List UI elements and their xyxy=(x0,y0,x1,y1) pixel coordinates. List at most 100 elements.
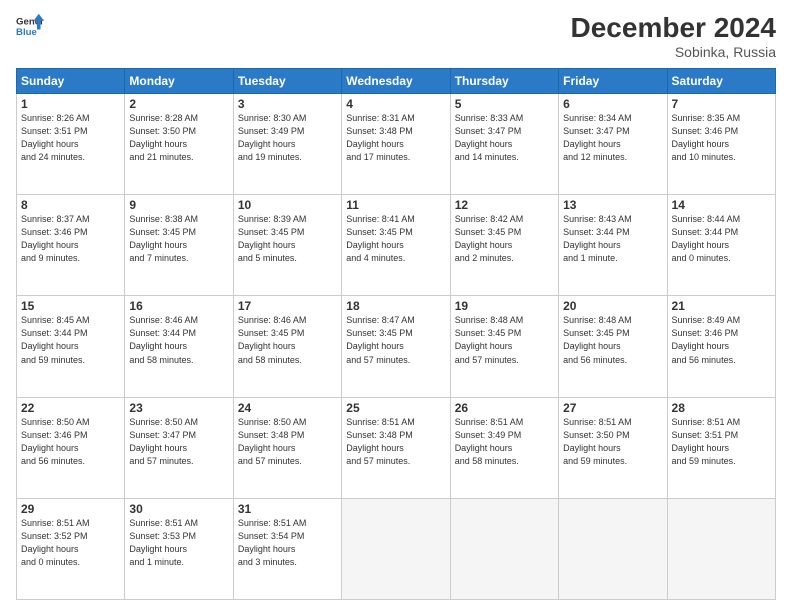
day-cell-1: 1Sunrise: 8:26 AMSunset: 3:51 PMDaylight… xyxy=(17,94,125,195)
month-title: December 2024 xyxy=(571,12,776,44)
day-number: 20 xyxy=(563,299,662,313)
day-cell-4: 4Sunrise: 8:31 AMSunset: 3:48 PMDaylight… xyxy=(342,94,450,195)
day-number: 23 xyxy=(129,401,228,415)
col-thursday: Thursday xyxy=(450,69,558,94)
day-number: 24 xyxy=(238,401,337,415)
day-number: 27 xyxy=(563,401,662,415)
cell-info: Sunrise: 8:46 AMSunset: 3:44 PMDaylight … xyxy=(129,314,228,366)
empty-cell xyxy=(342,498,450,599)
day-number: 25 xyxy=(346,401,445,415)
day-cell-22: 22Sunrise: 8:50 AMSunset: 3:46 PMDayligh… xyxy=(17,397,125,498)
cell-info: Sunrise: 8:30 AMSunset: 3:49 PMDaylight … xyxy=(238,112,337,164)
cell-info: Sunrise: 8:48 AMSunset: 3:45 PMDaylight … xyxy=(563,314,662,366)
day-number: 26 xyxy=(455,401,554,415)
col-wednesday: Wednesday xyxy=(342,69,450,94)
calendar-week-3: 15Sunrise: 8:45 AMSunset: 3:44 PMDayligh… xyxy=(17,296,776,397)
calendar-week-2: 8Sunrise: 8:37 AMSunset: 3:46 PMDaylight… xyxy=(17,195,776,296)
cell-info: Sunrise: 8:48 AMSunset: 3:45 PMDaylight … xyxy=(455,314,554,366)
day-number: 8 xyxy=(21,198,120,212)
empty-cell xyxy=(450,498,558,599)
logo: General Blue xyxy=(16,12,44,40)
day-cell-27: 27Sunrise: 8:51 AMSunset: 3:50 PMDayligh… xyxy=(559,397,667,498)
logo-icon: General Blue xyxy=(16,12,44,40)
cell-info: Sunrise: 8:35 AMSunset: 3:46 PMDaylight … xyxy=(672,112,771,164)
day-number: 30 xyxy=(129,502,228,516)
day-cell-24: 24Sunrise: 8:50 AMSunset: 3:48 PMDayligh… xyxy=(233,397,341,498)
col-friday: Friday xyxy=(559,69,667,94)
svg-text:Blue: Blue xyxy=(16,27,37,38)
calendar: Sunday Monday Tuesday Wednesday Thursday… xyxy=(16,68,776,600)
day-number: 16 xyxy=(129,299,228,313)
location: Sobinka, Russia xyxy=(571,44,776,60)
day-cell-15: 15Sunrise: 8:45 AMSunset: 3:44 PMDayligh… xyxy=(17,296,125,397)
day-cell-21: 21Sunrise: 8:49 AMSunset: 3:46 PMDayligh… xyxy=(667,296,775,397)
day-cell-23: 23Sunrise: 8:50 AMSunset: 3:47 PMDayligh… xyxy=(125,397,233,498)
day-cell-26: 26Sunrise: 8:51 AMSunset: 3:49 PMDayligh… xyxy=(450,397,558,498)
day-number: 5 xyxy=(455,97,554,111)
col-sunday: Sunday xyxy=(17,69,125,94)
cell-info: Sunrise: 8:50 AMSunset: 3:47 PMDaylight … xyxy=(129,416,228,468)
day-number: 3 xyxy=(238,97,337,111)
day-cell-11: 11Sunrise: 8:41 AMSunset: 3:45 PMDayligh… xyxy=(342,195,450,296)
col-tuesday: Tuesday xyxy=(233,69,341,94)
calendar-week-4: 22Sunrise: 8:50 AMSunset: 3:46 PMDayligh… xyxy=(17,397,776,498)
day-cell-25: 25Sunrise: 8:51 AMSunset: 3:48 PMDayligh… xyxy=(342,397,450,498)
cell-info: Sunrise: 8:39 AMSunset: 3:45 PMDaylight … xyxy=(238,213,337,265)
cell-info: Sunrise: 8:49 AMSunset: 3:46 PMDaylight … xyxy=(672,314,771,366)
cell-info: Sunrise: 8:50 AMSunset: 3:46 PMDaylight … xyxy=(21,416,120,468)
day-number: 28 xyxy=(672,401,771,415)
day-cell-12: 12Sunrise: 8:42 AMSunset: 3:45 PMDayligh… xyxy=(450,195,558,296)
calendar-week-5: 29Sunrise: 8:51 AMSunset: 3:52 PMDayligh… xyxy=(17,498,776,599)
day-cell-3: 3Sunrise: 8:30 AMSunset: 3:49 PMDaylight… xyxy=(233,94,341,195)
cell-info: Sunrise: 8:50 AMSunset: 3:48 PMDaylight … xyxy=(238,416,337,468)
col-saturday: Saturday xyxy=(667,69,775,94)
day-number: 12 xyxy=(455,198,554,212)
day-number: 2 xyxy=(129,97,228,111)
empty-cell xyxy=(667,498,775,599)
day-number: 29 xyxy=(21,502,120,516)
cell-info: Sunrise: 8:45 AMSunset: 3:44 PMDaylight … xyxy=(21,314,120,366)
cell-info: Sunrise: 8:41 AMSunset: 3:45 PMDaylight … xyxy=(346,213,445,265)
cell-info: Sunrise: 8:38 AMSunset: 3:45 PMDaylight … xyxy=(129,213,228,265)
day-number: 7 xyxy=(672,97,771,111)
cell-info: Sunrise: 8:51 AMSunset: 3:51 PMDaylight … xyxy=(672,416,771,468)
day-number: 19 xyxy=(455,299,554,313)
day-cell-16: 16Sunrise: 8:46 AMSunset: 3:44 PMDayligh… xyxy=(125,296,233,397)
day-cell-29: 29Sunrise: 8:51 AMSunset: 3:52 PMDayligh… xyxy=(17,498,125,599)
day-cell-14: 14Sunrise: 8:44 AMSunset: 3:44 PMDayligh… xyxy=(667,195,775,296)
day-cell-17: 17Sunrise: 8:46 AMSunset: 3:45 PMDayligh… xyxy=(233,296,341,397)
calendar-week-1: 1Sunrise: 8:26 AMSunset: 3:51 PMDaylight… xyxy=(17,94,776,195)
day-cell-20: 20Sunrise: 8:48 AMSunset: 3:45 PMDayligh… xyxy=(559,296,667,397)
day-number: 17 xyxy=(238,299,337,313)
cell-info: Sunrise: 8:51 AMSunset: 3:49 PMDaylight … xyxy=(455,416,554,468)
day-number: 14 xyxy=(672,198,771,212)
day-number: 6 xyxy=(563,97,662,111)
cell-info: Sunrise: 8:43 AMSunset: 3:44 PMDaylight … xyxy=(563,213,662,265)
day-number: 4 xyxy=(346,97,445,111)
cell-info: Sunrise: 8:33 AMSunset: 3:47 PMDaylight … xyxy=(455,112,554,164)
day-cell-9: 9Sunrise: 8:38 AMSunset: 3:45 PMDaylight… xyxy=(125,195,233,296)
day-number: 13 xyxy=(563,198,662,212)
day-number: 15 xyxy=(21,299,120,313)
cell-info: Sunrise: 8:51 AMSunset: 3:54 PMDaylight … xyxy=(238,517,337,569)
calendar-header-row: Sunday Monday Tuesday Wednesday Thursday… xyxy=(17,69,776,94)
empty-cell xyxy=(559,498,667,599)
day-cell-31: 31Sunrise: 8:51 AMSunset: 3:54 PMDayligh… xyxy=(233,498,341,599)
header: General Blue December 2024 Sobinka, Russ… xyxy=(16,12,776,60)
day-cell-7: 7Sunrise: 8:35 AMSunset: 3:46 PMDaylight… xyxy=(667,94,775,195)
day-cell-10: 10Sunrise: 8:39 AMSunset: 3:45 PMDayligh… xyxy=(233,195,341,296)
day-number: 18 xyxy=(346,299,445,313)
day-number: 10 xyxy=(238,198,337,212)
day-cell-13: 13Sunrise: 8:43 AMSunset: 3:44 PMDayligh… xyxy=(559,195,667,296)
title-block: December 2024 Sobinka, Russia xyxy=(571,12,776,60)
cell-info: Sunrise: 8:47 AMSunset: 3:45 PMDaylight … xyxy=(346,314,445,366)
cell-info: Sunrise: 8:31 AMSunset: 3:48 PMDaylight … xyxy=(346,112,445,164)
day-cell-30: 30Sunrise: 8:51 AMSunset: 3:53 PMDayligh… xyxy=(125,498,233,599)
day-cell-6: 6Sunrise: 8:34 AMSunset: 3:47 PMDaylight… xyxy=(559,94,667,195)
day-number: 22 xyxy=(21,401,120,415)
cell-info: Sunrise: 8:42 AMSunset: 3:45 PMDaylight … xyxy=(455,213,554,265)
cell-info: Sunrise: 8:51 AMSunset: 3:52 PMDaylight … xyxy=(21,517,120,569)
day-number: 21 xyxy=(672,299,771,313)
day-number: 1 xyxy=(21,97,120,111)
cell-info: Sunrise: 8:37 AMSunset: 3:46 PMDaylight … xyxy=(21,213,120,265)
